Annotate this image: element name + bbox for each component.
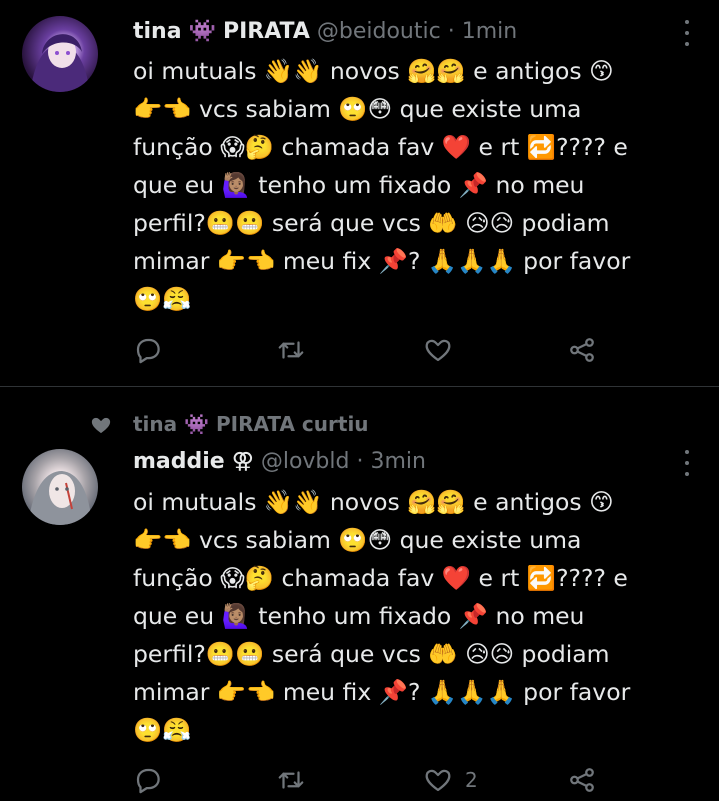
heart-icon xyxy=(425,339,451,362)
heart-icon xyxy=(91,417,111,434)
more-icon[interactable] xyxy=(681,20,693,46)
separator: · xyxy=(447,19,455,44)
share-icon xyxy=(570,768,594,792)
tweet-header: maddie ⚢ @lovbld · 3min xyxy=(133,447,426,477)
like-count: 2 xyxy=(465,768,478,792)
tweet-text-line: perfil?😬😬 será que vcs 🤲 😥😥 podiam xyxy=(133,209,610,237)
more-icon[interactable] xyxy=(681,450,693,476)
retweet-button[interactable] xyxy=(276,335,306,365)
tweet-text-line: 👉👈 vcs sabiam 🙄😳 que existe uma xyxy=(133,95,582,123)
reply-icon xyxy=(136,338,160,364)
retweet-icon xyxy=(278,341,304,359)
tweet-actions: 2 xyxy=(133,765,603,795)
retweet-button[interactable] xyxy=(276,765,306,795)
tweet-header: tina 👾 PIRATA @beidoutic · 1min xyxy=(133,17,517,47)
separator: · xyxy=(356,449,364,474)
share-button[interactable] xyxy=(567,335,597,365)
tweet-text-line: que eu 🙋🏽‍♀️ tenho um fixado 📌 no meu xyxy=(133,171,585,199)
tweet-text-line: função 😱🤔 chamada fav ❤️ e rt 🔁???? e xyxy=(133,133,628,161)
tweet[interactable]: tina 👾 PIRATA @beidoutic · 1min oi mutua… xyxy=(0,0,719,387)
reply-icon xyxy=(136,768,160,794)
like-button[interactable] xyxy=(423,335,465,365)
tweet-text-line: mimar 👉👈 meu fix 📌? 🙏🙏🙏 por favor xyxy=(133,247,631,275)
tweet-text-line: oi mutuals 👋👋 novos 🤗🤗 e antigos 😙 xyxy=(133,57,614,85)
tweet-text: oi mutuals 👋👋 novos 🤗🤗 e antigos 😙 👉👈 vc… xyxy=(133,483,693,749)
reply-button[interactable] xyxy=(133,335,163,365)
tweet-text-line: 👉👈 vcs sabiam 🙄😳 que existe uma xyxy=(133,526,582,554)
tweet-text-line: mimar 👉👈 meu fix 📌? 🙏🙏🙏 por favor xyxy=(133,678,631,706)
social-context-text: tina 👾 PIRATA curtiu xyxy=(133,412,369,436)
reply-button[interactable] xyxy=(133,765,163,795)
handle[interactable]: @lovbld xyxy=(261,449,350,474)
tweet[interactable]: tina 👾 PIRATA curtiu maddie ⚢ @lovbld · … xyxy=(0,387,719,801)
heart-icon xyxy=(425,769,451,792)
retweet-icon xyxy=(278,771,304,789)
avatar[interactable] xyxy=(22,449,98,525)
avatar[interactable] xyxy=(22,16,98,92)
timestamp[interactable]: 3min xyxy=(370,449,425,474)
display-name[interactable]: maddie xyxy=(133,449,225,474)
share-button[interactable] xyxy=(567,765,597,795)
tweet-text: oi mutuals 👋👋 novos 🤗🤗 e antigos 😙 👉👈 vc… xyxy=(133,52,693,318)
tweet-actions xyxy=(133,335,603,365)
handle[interactable]: @beidoutic xyxy=(317,19,441,44)
like-button[interactable]: 2 xyxy=(423,765,478,795)
share-icon xyxy=(570,338,594,362)
tweet-text-line: 🙄😤 xyxy=(133,285,192,313)
tweet-text-line: perfil?😬😬 será que vcs 🤲 😥😥 podiam xyxy=(133,640,610,668)
name-symbol: ⚢ xyxy=(231,449,254,474)
tweet-text-line: 🙄😤 xyxy=(133,716,192,744)
tweet-text-line: função 😱🤔 chamada fav ❤️ e rt 🔁???? e xyxy=(133,564,628,592)
tweet-text-line: que eu 🙋🏽‍♀️ tenho um fixado 📌 no meu xyxy=(133,602,585,630)
alien-icon: 👾 xyxy=(188,19,216,44)
display-name-suffix[interactable]: PIRATA xyxy=(223,19,310,44)
timestamp[interactable]: 1min xyxy=(462,19,517,44)
display-name[interactable]: tina xyxy=(133,19,182,44)
tweet-text-line: oi mutuals 👋👋 novos 🤗🤗 e antigos 😙 xyxy=(133,488,614,516)
